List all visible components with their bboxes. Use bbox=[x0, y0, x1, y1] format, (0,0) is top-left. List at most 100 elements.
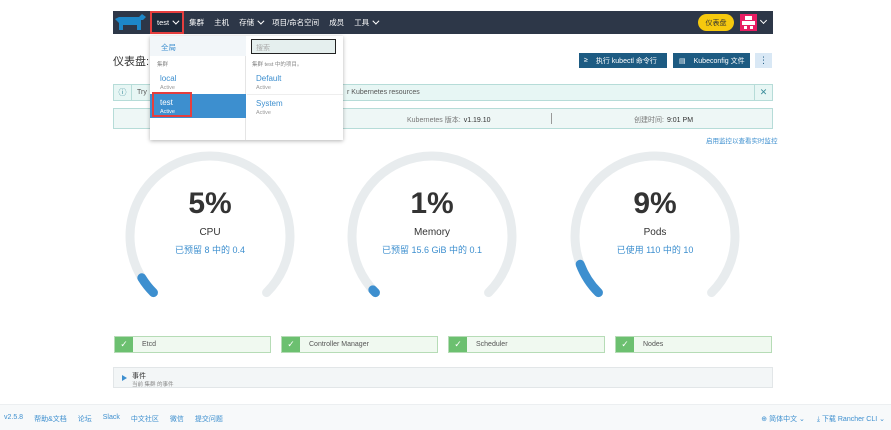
main-nav: test 集群 主机 存储 项目/命名空间 成员 工具 bbox=[150, 11, 382, 34]
footer: v2.5.8 帮助&文档 论坛 Slack 中文社区 微信 提交问题 ⊕ 简体中… bbox=[0, 404, 891, 430]
page-title: 仪表盘: t bbox=[113, 56, 156, 68]
project-option-state: Active bbox=[256, 85, 271, 91]
gauge-pods-percent: 9% bbox=[633, 187, 677, 220]
gauge-cpu-detail: 已预留 8 中的 0.4 bbox=[174, 245, 246, 255]
nav-tools-label: 工具 bbox=[354, 18, 370, 27]
gauge-memory: 1% Memory 已预留 15.6 GiB 中的 0.1 bbox=[347, 151, 517, 301]
gauge-cpu-percent: 5% bbox=[188, 187, 232, 220]
chevron-down-icon bbox=[172, 17, 180, 25]
check-icon: ✓ bbox=[115, 337, 133, 352]
avatar-pattern-icon bbox=[742, 16, 755, 29]
status-etcd: ✓ Etcd bbox=[114, 336, 271, 353]
terminal-icon: ≥ bbox=[584, 57, 588, 64]
project-option-state: Active bbox=[256, 110, 271, 116]
gauge-memory-ring bbox=[347, 151, 517, 298]
nav-tools[interactable]: 工具 bbox=[349, 11, 382, 34]
banner-text-tail: r Kubernetes resources bbox=[347, 89, 420, 96]
status-nodes: ✓ Nodes bbox=[615, 336, 772, 353]
footer-wechat-link[interactable]: 微信 bbox=[170, 414, 184, 424]
gauge-pods-label: Pods bbox=[643, 227, 667, 238]
gauge-cpu-ring bbox=[125, 151, 295, 298]
project-option-system[interactable]: System Active bbox=[247, 94, 343, 118]
status-scheduler: ✓ Scheduler bbox=[448, 336, 605, 353]
k8s-version-label: Kubernetes 版本: bbox=[407, 117, 461, 124]
nav-cluster[interactable]: 集群 bbox=[184, 11, 209, 34]
rancher-logo[interactable] bbox=[113, 13, 147, 33]
footer-community-link[interactable]: 中文社区 bbox=[131, 414, 159, 424]
globe-icon: ⊕ bbox=[761, 416, 770, 423]
chevron-down-icon bbox=[257, 17, 265, 25]
nav-hosts[interactable]: 主机 bbox=[209, 11, 234, 34]
project-list: 搜索 集群 test 中的项目。 Default Active System A… bbox=[247, 36, 343, 140]
cluster-option-state: Active bbox=[160, 85, 175, 91]
status-controller-manager: ✓ Controller Manager bbox=[281, 336, 438, 353]
footer-version[interactable]: v2.5.8 bbox=[4, 414, 23, 424]
footer-links: v2.5.8 帮助&文档 论坛 Slack 中文社区 微信 提交问题 bbox=[4, 414, 223, 424]
project-option-name: Default bbox=[256, 74, 282, 83]
created-time-value: 9:01 PM bbox=[666, 117, 694, 124]
events-description: 当前 集群 的事件 bbox=[132, 382, 174, 388]
gauge-memory-detail: 已预留 15.6 GiB 中的 0.1 bbox=[381, 245, 483, 255]
file-icon: ▤ bbox=[679, 57, 686, 65]
kubeconfig-button-label: Kubeconfig 文件 bbox=[693, 57, 745, 65]
info-icon: ⓘ bbox=[114, 85, 132, 100]
nav-projects[interactable]: 项目/命名空间 bbox=[267, 11, 324, 34]
footer-right: ⊕ 简体中文 ⌄ ⤓ 下载 Rancher CLI ⌄ bbox=[761, 414, 885, 424]
global-option[interactable]: 全局 bbox=[150, 36, 246, 56]
footer-issue-link[interactable]: 提交问题 bbox=[195, 414, 223, 424]
gauge-cpu-label: CPU bbox=[199, 227, 221, 238]
gauge-pods-detail: 已使用 110 中的 10 bbox=[616, 245, 694, 255]
status-scheduler-label: Scheduler bbox=[476, 341, 508, 348]
chevron-down-icon bbox=[372, 17, 380, 25]
gauge-memory-percent: 1% bbox=[410, 187, 454, 220]
cluster-project-dropdown: 全局 集群 local Active test Active 搜索 集群 tes… bbox=[150, 36, 343, 140]
enable-monitoring-link[interactable]: 启用监控以查看实时监控 bbox=[706, 135, 778, 145]
cluster-list: 全局 集群 local Active test Active bbox=[150, 36, 246, 140]
check-icon: ✓ bbox=[616, 337, 634, 352]
footer-help-link[interactable]: 帮助&文档 bbox=[34, 414, 67, 424]
close-icon[interactable]: ✕ bbox=[754, 85, 772, 100]
project-option-default[interactable]: Default Active bbox=[247, 70, 343, 94]
project-option-name: System bbox=[256, 99, 283, 108]
dashboard-button[interactable]: 仪表盘 bbox=[698, 14, 734, 31]
status-controller-manager-label: Controller Manager bbox=[309, 341, 369, 348]
selection-arrow bbox=[232, 94, 246, 116]
cluster-list-header: 集群 bbox=[157, 62, 169, 68]
chevron-down-icon: ⌄ bbox=[797, 416, 805, 423]
download-cli-label: 下载 Rancher CLI bbox=[821, 416, 878, 423]
dropdown-search-input[interactable]: 搜索 bbox=[251, 39, 336, 54]
more-actions-button[interactable]: ⋮ bbox=[755, 53, 772, 68]
cluster-switcher[interactable]: test bbox=[150, 11, 185, 34]
project-list-header: 集群 test 中的项目。 bbox=[252, 62, 303, 68]
nav-members[interactable]: 成员 bbox=[324, 11, 349, 34]
created-time: 创建时间: 9:01 PM bbox=[634, 115, 693, 125]
cluster-option-local[interactable]: local Active bbox=[150, 70, 246, 94]
check-icon: ✓ bbox=[449, 337, 467, 352]
gauge-pods-ring bbox=[570, 151, 740, 298]
footer-forum-link[interactable]: 论坛 bbox=[78, 414, 92, 424]
chevron-down-icon: ⌄ bbox=[877, 416, 885, 423]
kubectl-button[interactable]: ≥ 执行 kubectl 命令行 bbox=[579, 53, 667, 68]
expand-icon[interactable] bbox=[122, 375, 127, 381]
kubectl-button-label: 执行 kubectl 命令行 bbox=[595, 57, 657, 65]
nav-storage-label: 存储 bbox=[239, 18, 255, 27]
k8s-version: Kubernetes 版本: v1.19.10 bbox=[407, 115, 491, 125]
banner-text: Try bbox=[137, 89, 147, 96]
status-nodes-label: Nodes bbox=[643, 341, 664, 348]
selection-highlight bbox=[152, 92, 192, 117]
k8s-version-value: v1.19.10 bbox=[463, 117, 491, 124]
status-etcd-label: Etcd bbox=[142, 341, 157, 348]
divider bbox=[551, 113, 552, 124]
check-icon: ✓ bbox=[282, 337, 300, 352]
footer-slack-link[interactable]: Slack bbox=[103, 414, 120, 424]
events-section[interactable]: 事件 当前 集群 的事件 bbox=[113, 367, 773, 388]
cluster-option-name: local bbox=[160, 74, 177, 83]
download-cli-link[interactable]: ⤓ 下载 Rancher CLI ⌄ bbox=[817, 414, 885, 424]
gauge-memory-label: Memory bbox=[413, 227, 451, 238]
avatar[interactable] bbox=[740, 14, 757, 31]
language-label: 简体中文 bbox=[769, 416, 798, 423]
kubeconfig-button[interactable]: ▤ Kubeconfig 文件 bbox=[673, 53, 750, 68]
gauge-pods: 9% Pods 已使用 110 中的 10 bbox=[570, 151, 740, 301]
nav-storage[interactable]: 存储 bbox=[234, 11, 267, 34]
language-selector[interactable]: ⊕ 简体中文 ⌄ bbox=[761, 414, 805, 424]
